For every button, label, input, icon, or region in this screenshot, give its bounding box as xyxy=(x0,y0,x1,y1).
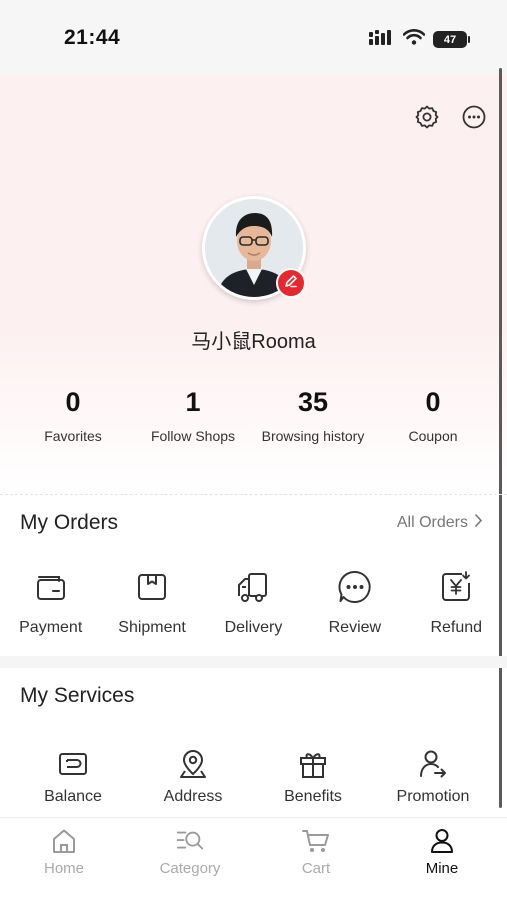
stat-label: Follow Shops xyxy=(150,428,236,444)
stat-label: Favorites xyxy=(44,428,102,444)
order-label: Refund xyxy=(430,619,483,636)
chat-bubble-icon xyxy=(336,568,374,606)
order-refund[interactable]: Refund xyxy=(406,568,507,637)
wallet-icon xyxy=(32,568,70,606)
scroll-indicator[interactable] xyxy=(499,68,502,808)
stat-value: 0 xyxy=(65,387,81,417)
tab-label: Home xyxy=(43,860,84,877)
stat-coupon[interactable]: 0 Coupon xyxy=(373,385,493,444)
tab-label: Cart xyxy=(301,860,331,877)
gift-icon xyxy=(296,747,330,781)
service-label: Benefits xyxy=(284,788,342,805)
tab-category[interactable]: Category xyxy=(127,818,253,900)
stat-follow-shops[interactable]: 1 Follow Shops xyxy=(133,385,253,444)
battery-icon: 47 xyxy=(433,31,470,48)
package-icon xyxy=(133,568,171,606)
service-promotion[interactable]: Promotion xyxy=(373,747,493,806)
service-label: Promotion xyxy=(396,788,470,805)
order-delivery[interactable]: Delivery xyxy=(203,568,304,637)
stat-value: 35 xyxy=(297,387,329,417)
order-payment[interactable]: Payment xyxy=(0,568,101,637)
tab-mine[interactable]: Mine xyxy=(379,818,505,900)
order-label: Shipment xyxy=(118,619,186,636)
tab-label: Mine xyxy=(425,860,459,877)
tab-cart[interactable]: Cart xyxy=(253,818,379,900)
stats-row: 0 Favorites 1 Follow Shops 35 Browsing h… xyxy=(13,385,493,444)
location-pin-icon xyxy=(176,747,210,781)
status-bar: 21:44 47 xyxy=(0,0,507,75)
stat-favorites[interactable]: 0 Favorites xyxy=(13,385,133,444)
wifi-icon xyxy=(402,29,426,50)
truck-icon xyxy=(234,568,272,606)
settings-gear-icon[interactable] xyxy=(414,104,440,130)
status-time: 21:44 xyxy=(64,26,121,49)
orders-title: My Orders xyxy=(20,511,119,534)
services-row: Balance Address Benefits Promotion xyxy=(13,747,493,806)
all-orders-label: All Orders xyxy=(396,514,468,531)
stat-label: Coupon xyxy=(408,428,458,444)
section-gap xyxy=(0,656,507,668)
tab-label: Category xyxy=(159,860,221,877)
service-balance[interactable]: Balance xyxy=(13,747,133,806)
username: 马小鼠Rooma xyxy=(191,331,316,353)
stat-browsing-history[interactable]: 35 Browsing history xyxy=(253,385,373,444)
signal-icon xyxy=(369,29,395,50)
divider xyxy=(0,494,507,495)
status-icons: 47 xyxy=(369,29,470,50)
cart-icon xyxy=(301,827,331,855)
user-icon xyxy=(427,827,457,855)
more-options-icon[interactable] xyxy=(461,104,487,130)
orders-row: Payment Shipment Delivery Review Refund xyxy=(0,568,507,637)
order-shipment[interactable]: Shipment xyxy=(101,568,202,637)
stat-value: 1 xyxy=(185,387,201,417)
order-review[interactable]: Review xyxy=(304,568,405,637)
stat-value: 0 xyxy=(425,387,441,417)
balance-card-icon xyxy=(56,747,90,781)
services-title: My Services xyxy=(20,684,135,707)
service-address[interactable]: Address xyxy=(133,747,253,806)
order-label: Delivery xyxy=(224,619,283,636)
bottom-tab-bar: Home Category Cart Mine xyxy=(0,817,507,900)
service-benefits[interactable]: Benefits xyxy=(253,747,373,806)
order-label: Review xyxy=(328,619,382,636)
pencil-icon xyxy=(283,273,299,294)
service-label: Balance xyxy=(44,788,102,805)
stat-label: Browsing history xyxy=(261,428,365,444)
all-orders-link[interactable]: All Orders xyxy=(397,513,483,533)
category-search-icon xyxy=(175,827,205,855)
home-icon xyxy=(49,827,79,855)
user-share-icon xyxy=(416,747,450,781)
order-label: Payment xyxy=(19,619,83,636)
tab-home[interactable]: Home xyxy=(1,818,127,900)
chevron-right-icon xyxy=(474,513,483,533)
edit-profile-button[interactable] xyxy=(276,268,306,298)
service-label: Address xyxy=(163,788,223,805)
refund-yen-icon xyxy=(437,568,475,606)
